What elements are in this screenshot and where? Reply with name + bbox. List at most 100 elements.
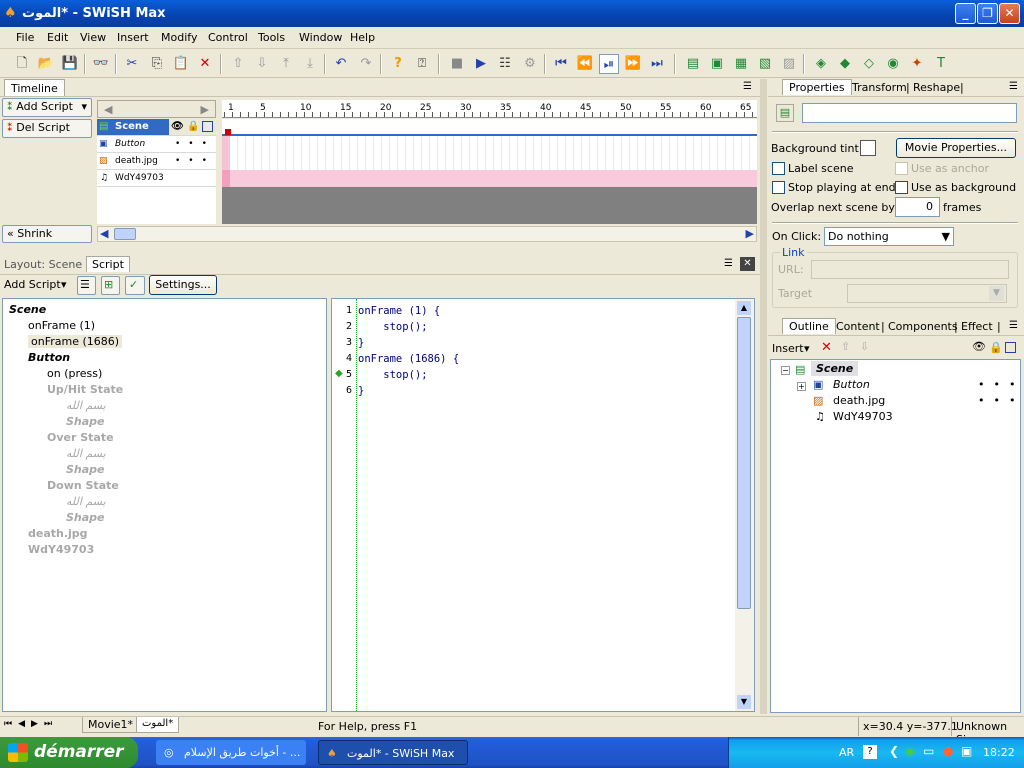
movie-tab-active[interactable]: الموت* xyxy=(136,717,180,733)
use-as-background-checkbox[interactable] xyxy=(895,181,908,194)
panel-menu-icon[interactable]: ☰ xyxy=(724,258,733,269)
menu-modify[interactable]: Modify xyxy=(161,31,197,44)
restore-button[interactable]: ❐ xyxy=(977,3,998,24)
step-frame-icon[interactable]: ⏯ xyxy=(599,54,619,74)
target-select[interactable]: ▼ xyxy=(847,284,1007,303)
outline-item-button[interactable]: Button xyxy=(833,378,870,391)
menu-insert[interactable]: Insert xyxy=(117,31,149,44)
code-editor[interactable]: ▲ ▼ ◆ 1 onFrame (1) {2 stop(); 3} 4 onFrame … xyxy=(331,298,755,712)
lock-icon[interactable]: 🔒 xyxy=(989,341,1003,354)
tab-reshape[interactable]: Reshape xyxy=(913,81,960,94)
outline-item-sound[interactable]: WdY49703 xyxy=(833,410,893,423)
movie-nav-arrows[interactable]: ⏮◀▶⏭ xyxy=(4,719,58,729)
movie-properties-button[interactable]: Movie Properties... xyxy=(896,138,1016,158)
tab-timeline[interactable]: Timeline xyxy=(4,79,65,96)
tab-outline[interactable]: Outline xyxy=(782,318,836,334)
move-top-icon[interactable]: ⤒ xyxy=(276,54,296,74)
play-icon[interactable]: ▶ xyxy=(471,54,491,74)
insert-scene-icon[interactable]: ▤ xyxy=(683,54,703,74)
script-tree-node[interactable]: Up/Hit State xyxy=(47,383,123,396)
list-view-icon[interactable]: ☰ xyxy=(77,276,96,295)
group-shape-icon[interactable]: ◉ xyxy=(883,54,903,74)
scroll-down-icon[interactable]: ▼ xyxy=(737,695,751,709)
cut-icon[interactable]: ✂ xyxy=(122,54,142,74)
scroll-thumb[interactable] xyxy=(114,228,136,240)
first-frame-icon[interactable]: ⏮ xyxy=(551,54,571,74)
script-tree-node[interactable]: بسم الله xyxy=(66,495,106,508)
insert-dropdown[interactable]: Insert xyxy=(772,342,804,355)
open-icon[interactable]: 📂 xyxy=(36,54,56,74)
frame-row[interactable] xyxy=(222,136,757,153)
help-icon[interactable]: ? xyxy=(388,54,408,74)
script-tree-node[interactable]: بسم الله xyxy=(66,447,106,460)
menu-file[interactable]: File xyxy=(16,31,34,44)
new-icon[interactable]: 🗋 xyxy=(12,54,32,74)
tab-script[interactable]: Script xyxy=(86,256,130,272)
overlap-input[interactable]: 0 xyxy=(895,197,940,217)
language-indicator[interactable]: AR xyxy=(839,746,854,759)
script-tree-node[interactable]: Shape xyxy=(66,463,105,476)
play-timeline-icon[interactable]: ☷ xyxy=(495,54,515,74)
prev-frame-icon[interactable]: ⏪ xyxy=(575,54,595,74)
frame-grid[interactable] xyxy=(222,119,757,224)
frame-row[interactable] xyxy=(222,170,757,187)
code-line[interactable]: stop(); xyxy=(358,369,427,381)
layer-scene[interactable]: ▤ Scene 👁 🔒 xyxy=(97,119,216,136)
panel-menu-icon[interactable]: ☰ xyxy=(743,81,752,92)
tab-effect[interactable]: Effect xyxy=(961,320,993,333)
check-syntax-icon[interactable]: ✓ xyxy=(125,276,145,295)
menu-edit[interactable]: Edit xyxy=(47,31,68,44)
script-tree-node[interactable]: Scene xyxy=(9,303,46,316)
outline-icon[interactable] xyxy=(1005,342,1016,353)
move-up-icon[interactable]: ⇧ xyxy=(841,340,850,353)
insert-sprite-icon[interactable]: ▧ xyxy=(755,54,775,74)
last-frame-icon[interactable]: ⏭ xyxy=(647,54,667,74)
convert-text-icon[interactable]: T xyxy=(931,54,951,74)
frame-ruler[interactable]: 1 5 10 15 20 25 30 35 40 45 50 55 60 65 xyxy=(222,100,757,118)
play-element-icon[interactable]: ⚙ xyxy=(520,54,540,74)
menu-control[interactable]: Control xyxy=(208,31,248,44)
network-icon[interactable]: ◉ xyxy=(905,744,915,758)
script-tree-node[interactable]: death.jpg xyxy=(28,527,88,540)
delete-icon[interactable]: ✕ xyxy=(821,340,832,355)
use-as-anchor-checkbox[interactable] xyxy=(895,162,908,175)
stop-icon[interactable]: ■ xyxy=(447,54,467,74)
on-click-select[interactable]: Do nothing ▼ xyxy=(824,227,954,246)
firefox-icon[interactable]: ● xyxy=(943,744,953,758)
insert-image-icon[interactable]: ▨ xyxy=(779,54,799,74)
script-tree-node[interactable]: onFrame (1) xyxy=(28,319,95,332)
layer-button[interactable]: ▣ Button ••• xyxy=(97,136,216,153)
undo-icon[interactable]: ↶ xyxy=(331,54,351,74)
next-frame-icon[interactable]: ⏩ xyxy=(623,54,643,74)
chevron-down-icon[interactable]: ▾ xyxy=(804,342,810,355)
insert-text-icon[interactable]: ▣ xyxy=(707,54,727,74)
start-button[interactable]: démarrer xyxy=(0,737,138,768)
code-line[interactable]: } xyxy=(358,385,364,397)
expand-icon[interactable]: + xyxy=(797,382,806,391)
lock-icon[interactable]: 🔒 xyxy=(187,119,199,135)
del-script-button[interactable]: ⁑ Del Script xyxy=(2,119,92,138)
collapse-icon[interactable]: − xyxy=(781,366,790,375)
save-icon[interactable]: 💾 xyxy=(60,54,80,74)
scroll-left-icon[interactable]: ◀ xyxy=(104,103,112,116)
script-tree-node[interactable]: Down State xyxy=(47,479,119,492)
keyframe-marker[interactable] xyxy=(225,129,231,135)
close-panel-icon[interactable]: ✕ xyxy=(740,257,755,271)
context-help-icon[interactable]: ⍰ xyxy=(412,54,432,74)
code-line[interactable]: onFrame (1686) { xyxy=(358,353,459,365)
swish-icon[interactable]: ♠ xyxy=(4,5,18,21)
code-line[interactable]: stop(); xyxy=(358,321,427,333)
delete-icon[interactable]: ✕ xyxy=(195,54,215,74)
script-tree-node[interactable]: on (press) xyxy=(47,367,102,380)
splitter[interactable] xyxy=(760,79,767,714)
frame-row[interactable] xyxy=(222,153,757,170)
move-bottom-icon[interactable]: ⤓ xyxy=(300,54,320,74)
monitor-icon[interactable]: ▭ xyxy=(923,744,934,758)
frame-row[interactable] xyxy=(222,119,757,136)
layer-image[interactable]: ▨ death.jpg ••• xyxy=(97,153,216,170)
timeline-scrollbar[interactable]: ◀ ▶ xyxy=(97,226,757,242)
url-input[interactable] xyxy=(811,260,1009,279)
panel-menu-icon[interactable]: ☰ xyxy=(1009,81,1018,92)
taskbar-item-swish[interactable]: ♠ الموت* - SWiSH Max xyxy=(318,740,468,765)
tab-properties[interactable]: Properties xyxy=(782,79,852,95)
